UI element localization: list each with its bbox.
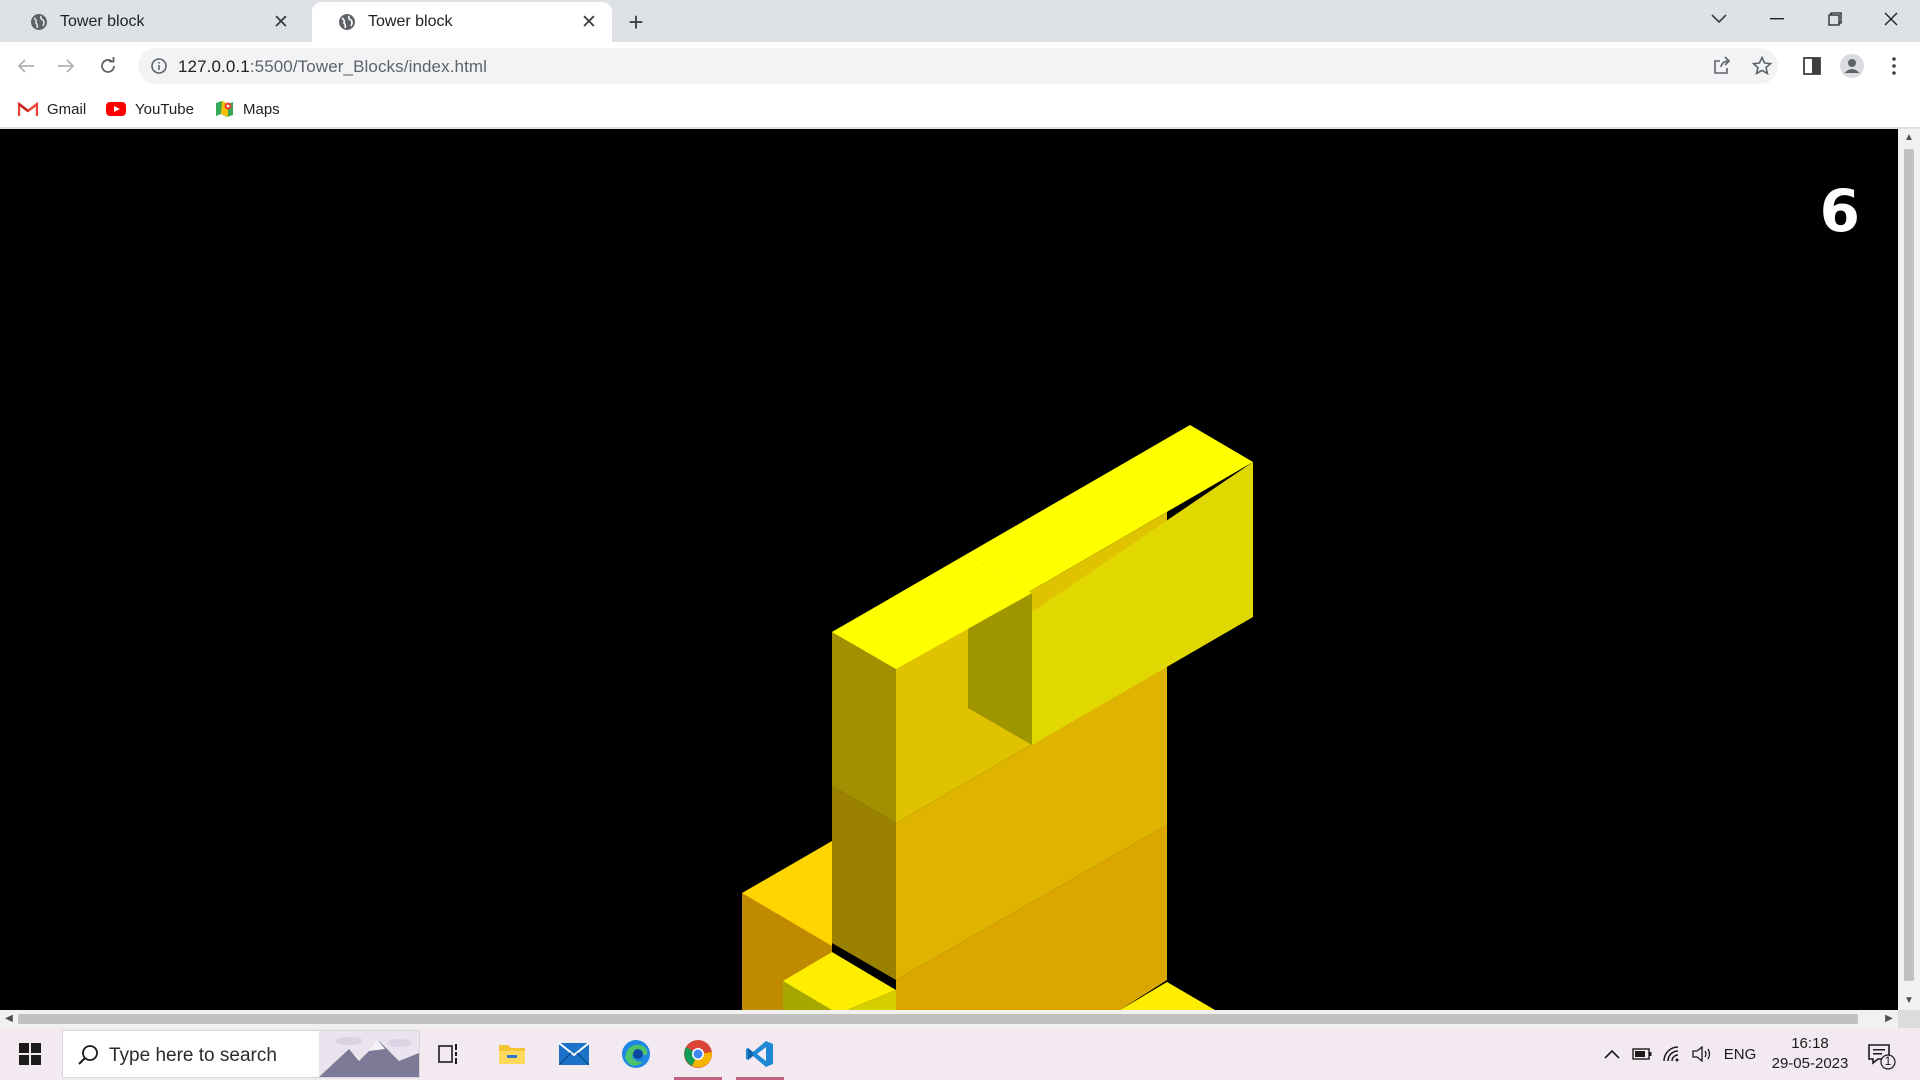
mail-button[interactable] — [546, 1028, 602, 1080]
bookmark-youtube[interactable]: YouTube — [106, 96, 194, 122]
browser-toolbar: 127.0.0.1:5500/Tower_Blocks/index.html — [0, 42, 1920, 90]
taskbar-search[interactable]: Type here to search — [62, 1030, 420, 1078]
share-icon[interactable] — [1710, 54, 1734, 78]
vscode-button[interactable] — [732, 1028, 788, 1080]
restore-button[interactable] — [1806, 0, 1864, 38]
profile-avatar[interactable] — [1840, 54, 1864, 78]
vscode-icon — [746, 1041, 773, 1067]
scroll-right-icon[interactable]: ▶ — [1884, 1014, 1894, 1024]
tab-strip: Tower block ✕ Tower block ✕ + — [0, 0, 1920, 42]
scrollbar-thumb[interactable] — [1904, 149, 1914, 981]
search-placeholder: Type here to search — [109, 1045, 277, 1066]
reload-button[interactable] — [92, 50, 124, 82]
start-button[interactable] — [0, 1028, 60, 1080]
scroll-up-icon[interactable]: ▲ — [1904, 133, 1914, 143]
score-display: 6 — [1819, 177, 1860, 245]
system-clock[interactable]: 16:18 29-05-2023 — [1760, 1034, 1860, 1074]
globe-icon — [339, 14, 355, 30]
search-icon — [78, 1045, 98, 1065]
close-tab-icon[interactable]: ✕ — [578, 11, 600, 33]
tab-title: Tower block — [368, 13, 453, 30]
tower-scene — [742, 425, 1253, 1010]
bookmarks-bar: Gmail YouTube Maps — [0, 90, 1920, 128]
youtube-icon — [106, 102, 126, 116]
bookmark-maps[interactable]: Maps — [214, 96, 280, 122]
game-canvas[interactable]: 6 — [0, 129, 1898, 1010]
vertical-scrollbar[interactable]: ▲ ▼ — [1898, 129, 1920, 1010]
battery-icon[interactable] — [1630, 1044, 1654, 1064]
chrome-button[interactable] — [670, 1028, 726, 1080]
file-explorer-icon — [499, 1045, 525, 1064]
edge-icon — [622, 1040, 650, 1068]
scrollbar-thumb[interactable] — [18, 1014, 1858, 1024]
scrollbar-corner — [1898, 1010, 1920, 1028]
tower-left-face — [832, 632, 896, 980]
minimize-button[interactable] — [1748, 0, 1806, 38]
forward-button[interactable] — [50, 50, 82, 82]
close-window-button[interactable] — [1862, 0, 1920, 38]
file-explorer-button[interactable] — [484, 1028, 540, 1080]
chrome-icon — [684, 1040, 713, 1068]
clock-date: 29-05-2023 — [1771, 1055, 1849, 1072]
new-tab-button[interactable]: + — [622, 7, 650, 37]
tab-search-icon[interactable] — [1690, 0, 1748, 38]
bookmark-gmail[interactable]: Gmail — [18, 96, 86, 122]
info-icon[interactable] — [150, 57, 168, 75]
notification-center-button[interactable]: 1 — [1866, 1040, 1896, 1070]
show-hidden-icons[interactable] — [1600, 1044, 1624, 1064]
search-highlight-image — [319, 1031, 419, 1077]
windows-taskbar: Type here to search ENG 16:18 29-05-2023… — [0, 1028, 1920, 1080]
wifi-icon[interactable] — [1660, 1044, 1684, 1064]
tab-active[interactable]: Tower block ✕ — [312, 2, 612, 42]
menu-kebab-icon[interactable] — [1882, 54, 1906, 78]
maps-icon — [216, 101, 233, 117]
address-bar[interactable]: 127.0.0.1:5500/Tower_Blocks/index.html — [138, 48, 1778, 84]
side-panel-icon[interactable] — [1800, 54, 1824, 78]
notification-count: 1 — [1884, 1054, 1892, 1068]
close-tab-icon[interactable]: ✕ — [270, 11, 292, 33]
task-view-icon — [438, 1044, 457, 1064]
url-text[interactable]: 127.0.0.1:5500/Tower_Blocks/index.html — [178, 57, 487, 77]
task-view-button[interactable] — [422, 1028, 478, 1080]
windows-icon — [19, 1043, 41, 1065]
horizontal-scrollbar[interactable]: ◀ ▶ — [0, 1010, 1898, 1028]
gmail-icon — [18, 101, 38, 116]
back-button[interactable] — [10, 50, 42, 82]
mail-icon — [559, 1043, 589, 1065]
edge-button[interactable] — [608, 1028, 664, 1080]
volume-icon[interactable] — [1690, 1044, 1714, 1064]
clock-time: 16:18 — [1791, 1035, 1829, 1052]
tab-inactive[interactable]: Tower block ✕ — [4, 2, 304, 42]
bookmark-star-icon[interactable] — [1750, 54, 1774, 78]
language-indicator[interactable]: ENG — [1720, 1044, 1760, 1064]
globe-icon — [31, 14, 47, 30]
tab-title: Tower block — [60, 13, 145, 30]
scroll-left-icon[interactable]: ◀ — [4, 1014, 14, 1024]
scroll-down-icon[interactable]: ▼ — [1904, 996, 1914, 1006]
